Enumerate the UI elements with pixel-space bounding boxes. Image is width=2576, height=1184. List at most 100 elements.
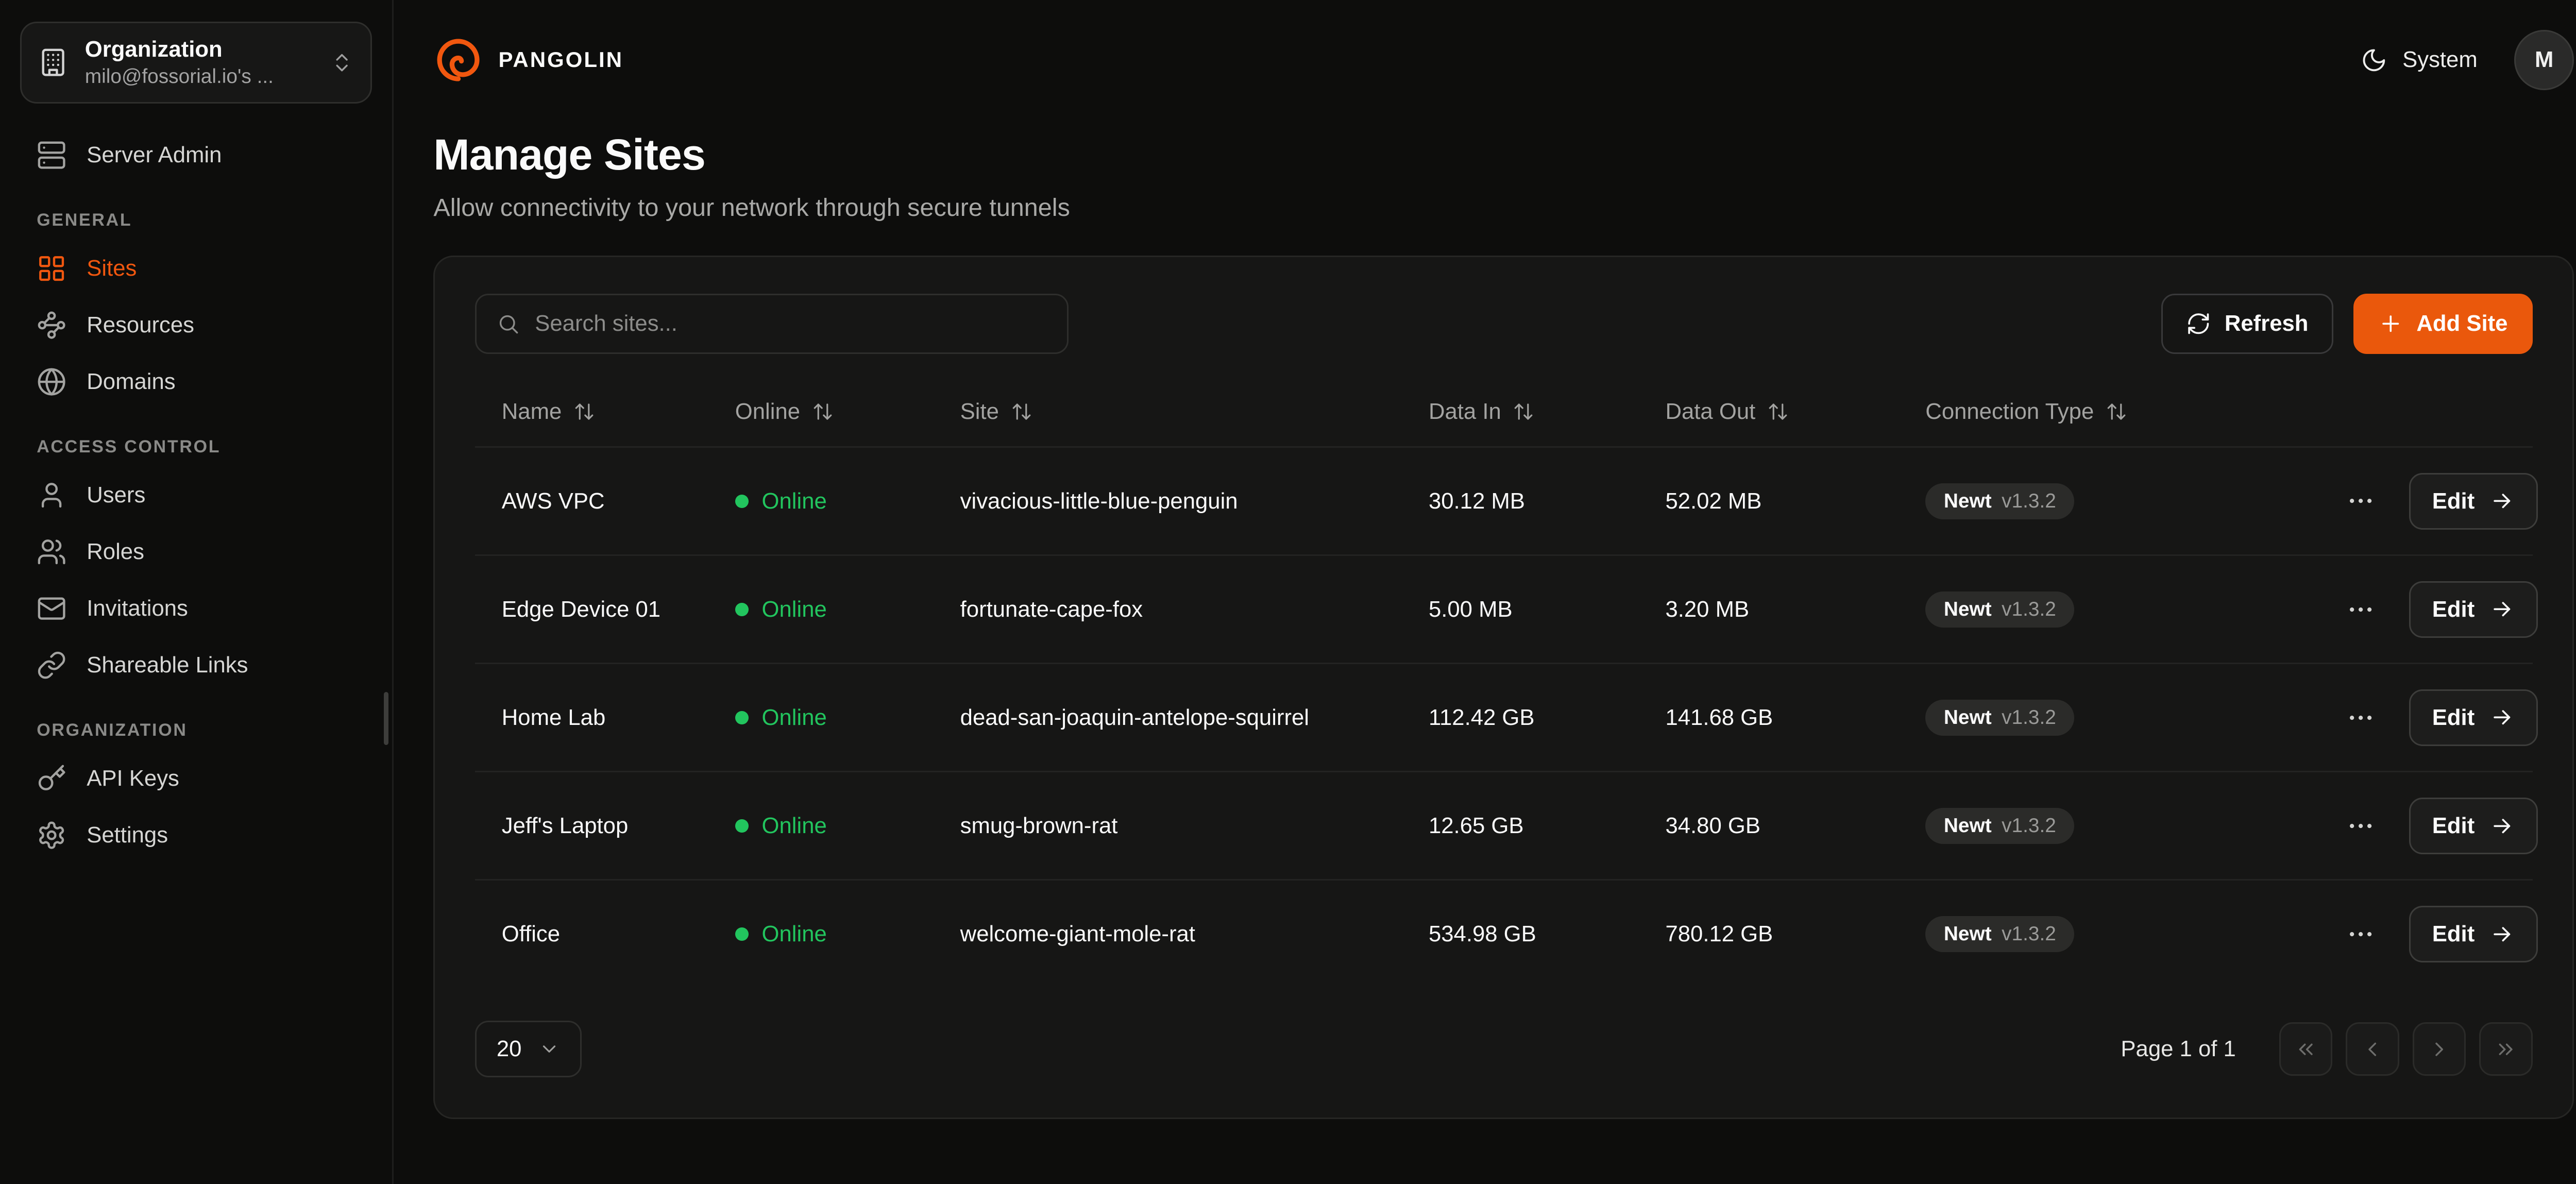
next-page-button[interactable] (2413, 1022, 2466, 1076)
site-data-out-cell: 141.68 GB (1639, 664, 1899, 772)
chevrons-up-down-icon (330, 51, 353, 74)
site-data-out-cell: 52.02 MB (1639, 447, 1899, 555)
last-page-button[interactable] (2479, 1022, 2533, 1076)
connection-type-badge: Newt v1.3.2 (1925, 808, 2074, 844)
edit-site-button[interactable]: Edit (2409, 906, 2538, 962)
chevron-right-icon (2428, 1038, 2451, 1061)
page-size-value: 20 (497, 1036, 522, 1062)
users-icon (37, 537, 66, 567)
chevron-left-icon (2361, 1038, 2384, 1061)
edit-site-button[interactable]: Edit (2409, 689, 2538, 746)
chevrons-right-icon (2494, 1038, 2517, 1061)
online-status-dot (735, 603, 749, 616)
table-row: AWS VPC Online vivacious-little-blue-pen… (475, 447, 2533, 555)
column-header-actions (2312, 377, 2533, 447)
sidebar-scrollbar-thumb[interactable] (384, 692, 389, 746)
previous-page-button[interactable] (2346, 1022, 2399, 1076)
sidebar-item-resources[interactable]: Resources (20, 297, 372, 353)
site-online-cell: Online (708, 447, 934, 555)
row-menu-button[interactable] (2339, 912, 2382, 956)
site-actions-cell: Edit (2312, 772, 2533, 880)
sidebar-item-roles[interactable]: Roles (20, 523, 372, 580)
site-slug-cell: welcome-giant-mole-rat (934, 880, 1402, 988)
online-status-label: Online (762, 488, 827, 514)
sites-toolbar: Refresh Add Site (475, 294, 2533, 353)
online-status-label: Online (762, 705, 827, 731)
online-status-dot (735, 711, 749, 724)
first-page-button[interactable] (2279, 1022, 2333, 1076)
site-connection-type-cell: Newt v1.3.2 (1899, 555, 2313, 664)
edit-site-button[interactable]: Edit (2409, 798, 2538, 854)
sidebar-item-label: Invitations (87, 596, 188, 621)
column-header-connection-type[interactable]: Connection Type (1899, 377, 2313, 447)
theme-toggle[interactable]: System (2361, 47, 2477, 74)
sidebar-item-sites[interactable]: Sites (20, 240, 372, 297)
ellipsis-icon (2346, 811, 2376, 841)
link-icon (37, 650, 66, 680)
row-menu-button[interactable] (2339, 588, 2382, 631)
row-menu-button[interactable] (2339, 480, 2382, 523)
site-online-cell: Online (708, 880, 934, 988)
avatar[interactable]: M (2514, 30, 2574, 90)
edit-button-label: Edit (2432, 597, 2475, 622)
site-online-cell: Online (708, 664, 934, 772)
search-box[interactable] (475, 294, 1069, 353)
mail-icon (37, 594, 66, 623)
sidebar-item-server-admin[interactable]: Server Admin (20, 127, 372, 183)
ellipsis-icon (2346, 486, 2376, 516)
site-data-in-cell: 534.98 GB (1402, 880, 1639, 988)
site-actions-cell: Edit (2312, 880, 2533, 988)
edit-site-button[interactable]: Edit (2409, 581, 2538, 638)
arrow-right-icon (2489, 922, 2515, 947)
add-site-button[interactable]: Add Site (2353, 294, 2533, 353)
site-actions-cell: Edit (2312, 447, 2533, 555)
column-header-online[interactable]: Online (708, 377, 934, 447)
site-actions-cell: Edit (2312, 555, 2533, 664)
column-header-data-out[interactable]: Data Out (1639, 377, 1899, 447)
globe-icon (37, 367, 66, 397)
column-label: Site (960, 399, 999, 425)
sidebar-item-label: Domains (87, 369, 175, 395)
edit-button-label: Edit (2432, 921, 2475, 947)
table-footer: 20 Page 1 of 1 (475, 1021, 2533, 1077)
online-status-label: Online (762, 597, 827, 622)
page-size-select[interactable]: 20 (475, 1021, 582, 1077)
sidebar-item-api-keys[interactable]: API Keys (20, 750, 372, 807)
user-icon (37, 480, 66, 510)
sidebar-item-domains[interactable]: Domains (20, 353, 372, 410)
org-switcher[interactable]: Organization milo@fossorial.io's ... (20, 22, 372, 104)
page-info: Page 1 of 1 (2121, 1036, 2235, 1062)
org-switcher-label: Organization (85, 35, 314, 64)
org-meta: Organization milo@fossorial.io's ... (85, 35, 314, 90)
refresh-button[interactable]: Refresh (2161, 294, 2333, 353)
search-input[interactable] (535, 311, 1047, 336)
org-switcher-value: milo@fossorial.io's ... (85, 64, 314, 90)
sidebar-item-shareable-links[interactable]: Shareable Links (20, 637, 372, 694)
arrow-right-icon (2489, 597, 2515, 622)
connection-type-name: Newt (1944, 923, 1992, 945)
sidebar-nav: Server Admin GENERAL Sites Resources Dom… (20, 127, 372, 864)
column-header-data-in[interactable]: Data In (1402, 377, 1639, 447)
add-site-button-label: Add Site (2416, 311, 2507, 336)
table-row: Home Lab Online dead-san-joaquin-antelop… (475, 664, 2533, 772)
sidebar-item-settings[interactable]: Settings (20, 807, 372, 864)
plus-icon (2378, 311, 2403, 336)
topbar: PANGOLIN System M (394, 0, 2576, 113)
grid-icon (37, 253, 66, 283)
table-row: Jeff's Laptop Online smug-brown-rat 12.6… (475, 772, 2533, 880)
brand: PANGOLIN (433, 35, 623, 85)
sidebar: Organization milo@fossorial.io's ... Ser… (0, 0, 394, 1184)
arrow-right-icon (2489, 705, 2515, 730)
sites-table-head: Name Online Site Data In Data Out (475, 377, 2533, 447)
edit-site-button[interactable]: Edit (2409, 473, 2538, 530)
sidebar-item-invitations[interactable]: Invitations (20, 580, 372, 637)
site-name-cell: Home Lab (475, 664, 708, 772)
topbar-right: System M (2361, 30, 2574, 90)
row-menu-button[interactable] (2339, 804, 2382, 848)
avatar-initial: M (2535, 47, 2553, 73)
table-row: Edge Device 01 Online fortunate-cape-fox… (475, 555, 2533, 664)
row-menu-button[interactable] (2339, 696, 2382, 739)
column-header-name[interactable]: Name (475, 377, 708, 447)
column-header-site[interactable]: Site (934, 377, 1402, 447)
sidebar-item-users[interactable]: Users (20, 467, 372, 523)
